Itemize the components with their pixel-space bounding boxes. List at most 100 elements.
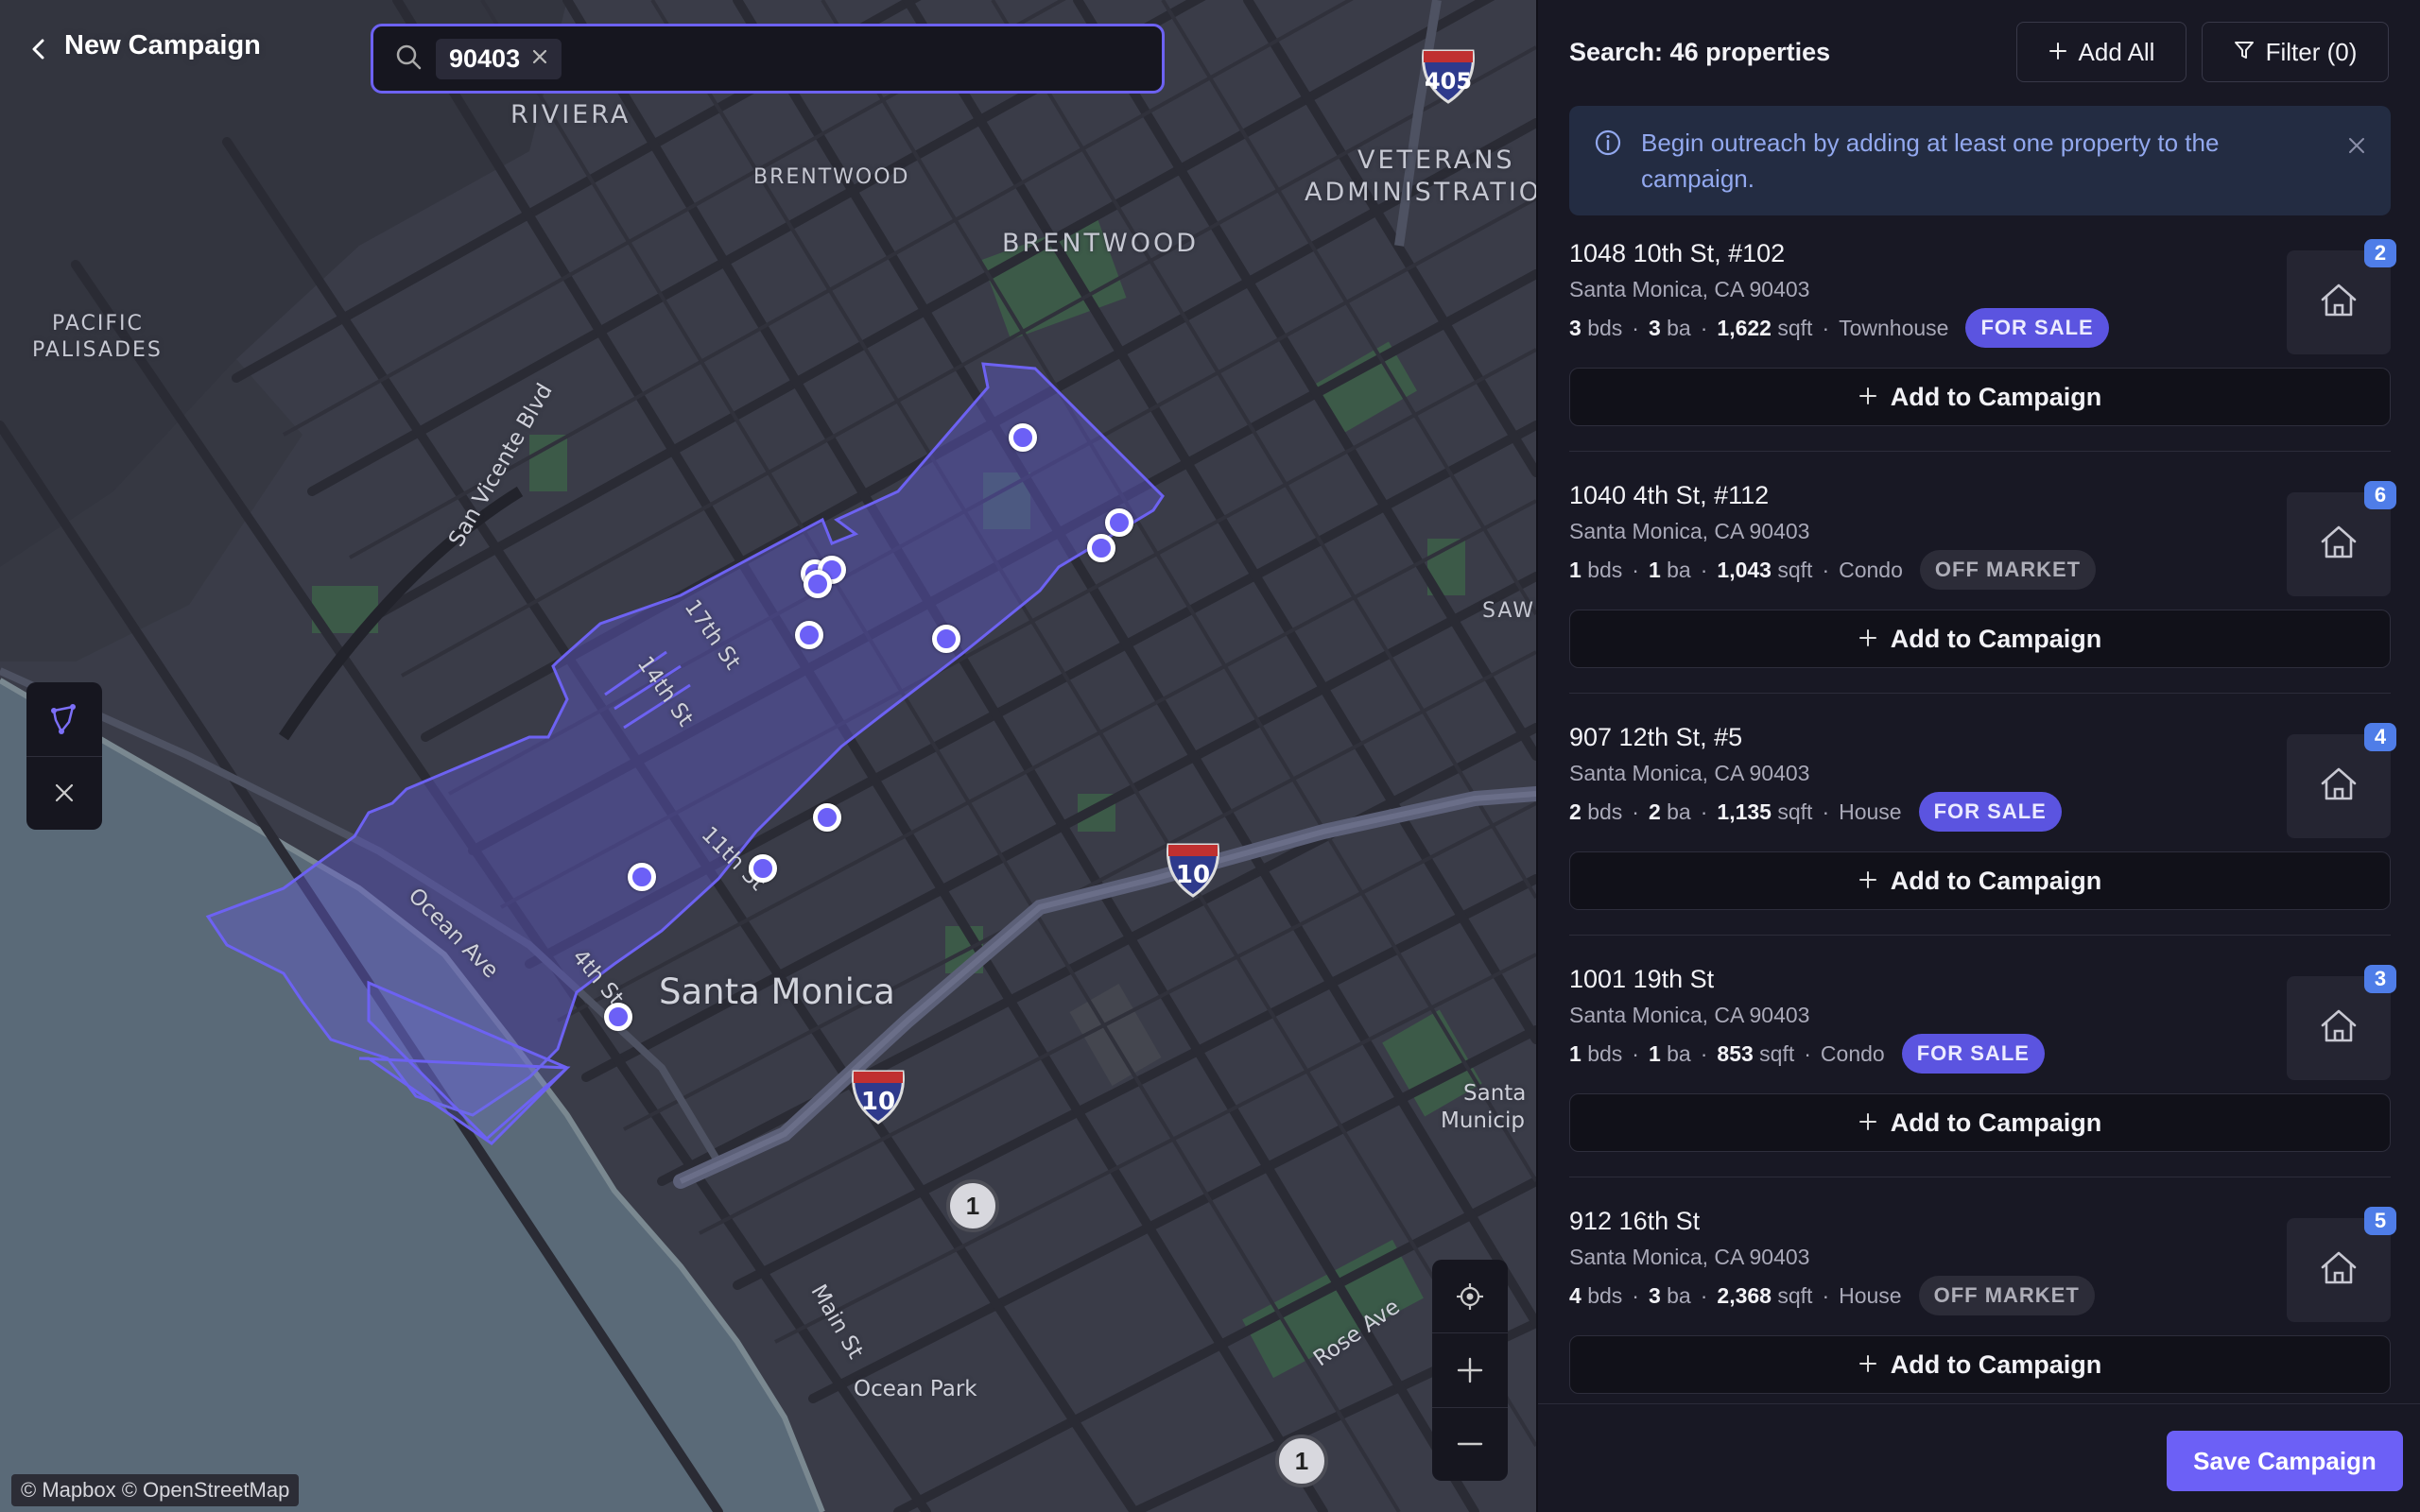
svg-text:10: 10	[861, 1088, 895, 1116]
plus-icon	[1858, 1350, 1877, 1380]
status-badge: FOR SALE	[1965, 308, 2109, 348]
property-city: Santa Monica, CA 90403	[1569, 277, 1810, 301]
map-label-veterans: VETERANS	[1357, 146, 1515, 175]
map-label-brentwood: BRENTWOOD	[1002, 229, 1200, 258]
add-to-campaign-label: Add to Campaign	[1890, 866, 2102, 895]
property-type: House	[1839, 1282, 1902, 1308]
property-beds: 1 bds	[1569, 557, 1623, 582]
property-sqft: 2,368 sqft	[1717, 1282, 1813, 1308]
property-type: House	[1839, 799, 1902, 824]
add-to-campaign-button[interactable]: Add to Campaign	[1569, 1093, 2391, 1152]
property-address[interactable]: 1040 4th St, #112	[1569, 481, 1769, 510]
filter-button[interactable]: Filter (0)	[2202, 22, 2389, 82]
property-marker[interactable]	[1009, 423, 1037, 452]
map-label-santa: Santa	[1463, 1081, 1527, 1106]
highway-shield-10-east: 10	[1163, 839, 1223, 900]
filter-label: Filter (0)	[2265, 37, 2358, 66]
home-icon	[2317, 1005, 2360, 1053]
add-all-button[interactable]: Add All	[2016, 22, 2187, 82]
property-sqft: 1,622 sqft	[1717, 315, 1813, 340]
results-panel: Search: 46 properties Add All Filter (0)…	[1536, 0, 2420, 1512]
panel-footer: Save Campaign	[1538, 1403, 2420, 1512]
property-details: 4 bds · 3 ba · 2,368 sqft · House OFF MARKET	[1569, 1275, 2095, 1316]
status-badge: FOR SALE	[1918, 792, 2062, 832]
divider	[1569, 693, 2391, 694]
property-card[interactable]: 1040 4th St, #112 Santa Monica, CA 90403 1…	[1569, 472, 2396, 713]
locate-icon[interactable]	[1432, 1260, 1508, 1334]
map-cluster[interactable]: 1	[1275, 1435, 1328, 1487]
map-label-palisades: PALISADES	[32, 338, 163, 362]
property-details: 3 bds · 3 ba · 1,622 sqft · Townhouse FOR SALE	[1569, 307, 2109, 349]
svg-text:10: 10	[1176, 861, 1210, 889]
property-sqft: 1,135 sqft	[1717, 799, 1813, 824]
info-icon	[1594, 129, 1622, 166]
property-marker[interactable]	[628, 863, 656, 891]
property-marker[interactable]	[1087, 534, 1115, 562]
add-to-campaign-button[interactable]: Add to Campaign	[1569, 368, 2391, 426]
status-badge: FOR SALE	[1901, 1034, 2045, 1074]
property-card[interactable]: 1001 19th St Santa Monica, CA 90403 1 bds ·…	[1569, 955, 2396, 1197]
highway-shield-10-west: 10	[848, 1066, 908, 1126]
map-view[interactable]: RIVIERA BRENTWOOD BRENTWOOD PACIFIC PALI…	[0, 0, 1536, 1512]
plus-icon[interactable]	[1432, 1333, 1508, 1408]
property-card[interactable]: 907 12th St, #5 Santa Monica, CA 90403 2 b…	[1569, 713, 2396, 955]
save-campaign-button[interactable]: Save Campaign	[2167, 1431, 2403, 1491]
property-address[interactable]: 912 16th St	[1569, 1207, 1700, 1236]
minus-icon[interactable]	[1432, 1408, 1508, 1481]
map-label-administration: ADMINISTRATIO	[1305, 178, 1536, 207]
search-chip: 90403	[436, 38, 562, 79]
map-cluster[interactable]: 1	[946, 1179, 999, 1232]
close-icon[interactable]	[2347, 129, 2366, 164]
property-beds: 1 bds	[1569, 1040, 1623, 1066]
property-count-badge: 2	[2364, 239, 2396, 267]
status-badge: OFF MARKET	[1918, 1276, 2095, 1315]
property-address[interactable]: 1001 19th St	[1569, 965, 1714, 994]
chevron-left-icon[interactable]	[28, 36, 49, 59]
close-icon[interactable]	[531, 45, 548, 72]
property-marker[interactable]	[804, 570, 832, 598]
property-details: 1 bds · 1 ba · 1,043 sqft · Condo OFF MARKET	[1569, 549, 2097, 591]
results-count-title: Search: 46 properties	[1569, 37, 1831, 66]
polygon-draw-icon[interactable]	[26, 682, 102, 757]
add-to-campaign-button[interactable]: Add to Campaign	[1569, 1335, 2391, 1394]
divider	[1569, 451, 2391, 452]
property-details: 2 bds · 2 ba · 1,135 sqft · House FOR SALE	[1569, 791, 2062, 833]
search-chip-label: 90403	[449, 43, 521, 73]
property-marker[interactable]	[749, 854, 777, 883]
map-label-brentwood-small: BRENTWOOD	[753, 165, 910, 189]
property-type: Condo	[1820, 1040, 1885, 1066]
add-to-campaign-label: Add to Campaign	[1890, 1108, 2102, 1137]
page-title: New Campaign	[64, 30, 261, 60]
add-to-campaign-button[interactable]: Add to Campaign	[1569, 851, 2391, 910]
property-baths: 3 ba	[1648, 1282, 1691, 1308]
property-beds: 3 bds	[1569, 315, 1623, 340]
property-beds: 4 bds	[1569, 1282, 1623, 1308]
close-icon[interactable]	[26, 757, 102, 831]
property-address[interactable]: 907 12th St, #5	[1569, 723, 1742, 752]
zip-search-input[interactable]: 90403	[371, 24, 1165, 94]
map-label-saw: SAW	[1482, 599, 1535, 623]
property-marker[interactable]	[604, 1003, 632, 1031]
home-icon	[2317, 763, 2360, 811]
property-address[interactable]: 1048 10th St, #102	[1569, 239, 1785, 268]
property-city: Santa Monica, CA 90403	[1569, 1003, 1810, 1027]
highway-shield-405: 405	[1418, 45, 1478, 106]
property-type: Condo	[1839, 557, 1903, 582]
filter-icon	[2234, 38, 2255, 67]
property-type: Townhouse	[1839, 315, 1949, 340]
property-count-badge: 6	[2364, 481, 2396, 509]
property-count-badge: 5	[2364, 1207, 2396, 1235]
property-marker[interactable]	[932, 625, 960, 653]
property-card[interactable]: 1048 10th St, #102 Santa Monica, CA 90403…	[1569, 230, 2396, 472]
property-city: Santa Monica, CA 90403	[1569, 519, 1810, 543]
property-marker[interactable]	[813, 803, 841, 832]
page-header: New Campaign	[28, 30, 261, 61]
property-baths: 1 ba	[1648, 1040, 1691, 1066]
map-attribution[interactable]: © Mapbox © OpenStreetMap	[11, 1474, 300, 1506]
map-base	[0, 0, 1536, 1512]
search-icon	[394, 43, 423, 76]
property-marker[interactable]	[1105, 508, 1133, 537]
add-to-campaign-button[interactable]: Add to Campaign	[1569, 610, 2391, 668]
plus-icon	[1858, 867, 1877, 896]
property-marker[interactable]	[795, 621, 823, 649]
